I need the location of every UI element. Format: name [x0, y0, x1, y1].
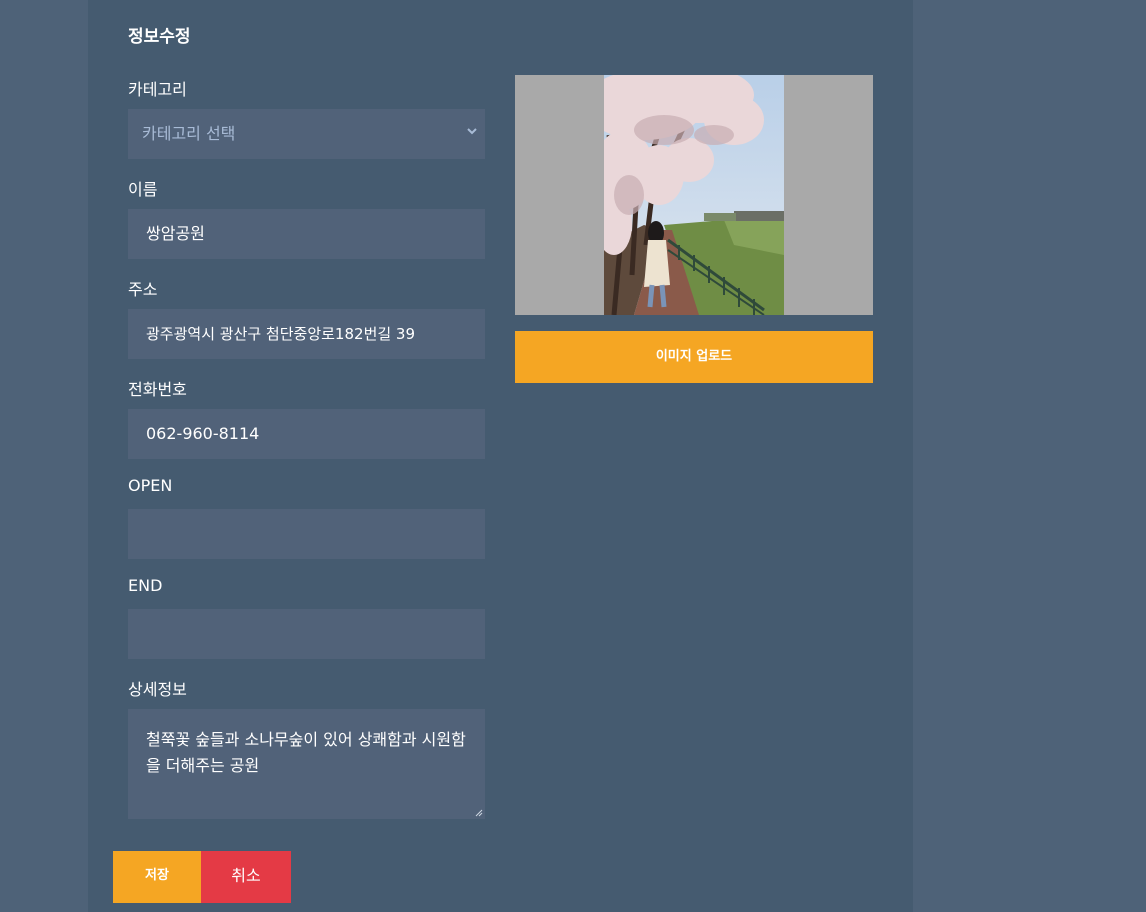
category-label: 카테고리: [128, 80, 187, 99]
end-label: END: [128, 576, 163, 595]
open-label: OPEN: [128, 476, 173, 495]
save-button[interactable]: 저장: [113, 851, 201, 903]
edit-info-panel: 정보수정 카테고리 카테고리 선택 이름 쌍암공원 주소 광주광역시 광산구 첨…: [88, 0, 913, 912]
image-upload-button[interactable]: 이미지 업로드: [515, 331, 873, 383]
name-input-value: 쌍암공원: [146, 224, 205, 243]
phone-input-value: 062-960-8114: [146, 424, 260, 443]
phone-label: 전화번호: [128, 380, 187, 399]
chevron-down-icon: [467, 128, 477, 135]
category-select-value: 카테고리 선택: [142, 124, 236, 143]
image-preview: [515, 75, 873, 315]
end-input[interactable]: [128, 609, 485, 659]
cancel-button[interactable]: 취소: [201, 851, 291, 903]
address-label: 주소: [128, 280, 158, 299]
open-input[interactable]: [128, 509, 485, 559]
park-photo: [604, 75, 784, 315]
address-input-value: 광주광역시 광산구 첨단중앙로182번길 39: [146, 325, 416, 343]
detail-textarea-value: 철쭉꽃 숲들과 소나무숲이 있어 상쾌함과 시원함을 더해주는 공원: [146, 730, 466, 775]
resize-grip-icon[interactable]: [475, 809, 483, 817]
name-label: 이름: [128, 180, 158, 199]
name-input[interactable]: 쌍암공원: [128, 209, 485, 259]
page-title: 정보수정: [128, 27, 191, 47]
detail-textarea[interactable]: 철쭉꽃 숲들과 소나무숲이 있어 상쾌함과 시원함을 더해주는 공원: [128, 709, 485, 819]
phone-input[interactable]: 062-960-8114: [128, 409, 485, 459]
address-input[interactable]: 광주광역시 광산구 첨단중앙로182번길 39: [128, 309, 485, 359]
detail-label: 상세정보: [128, 680, 187, 699]
category-select[interactable]: 카테고리 선택: [128, 109, 485, 159]
